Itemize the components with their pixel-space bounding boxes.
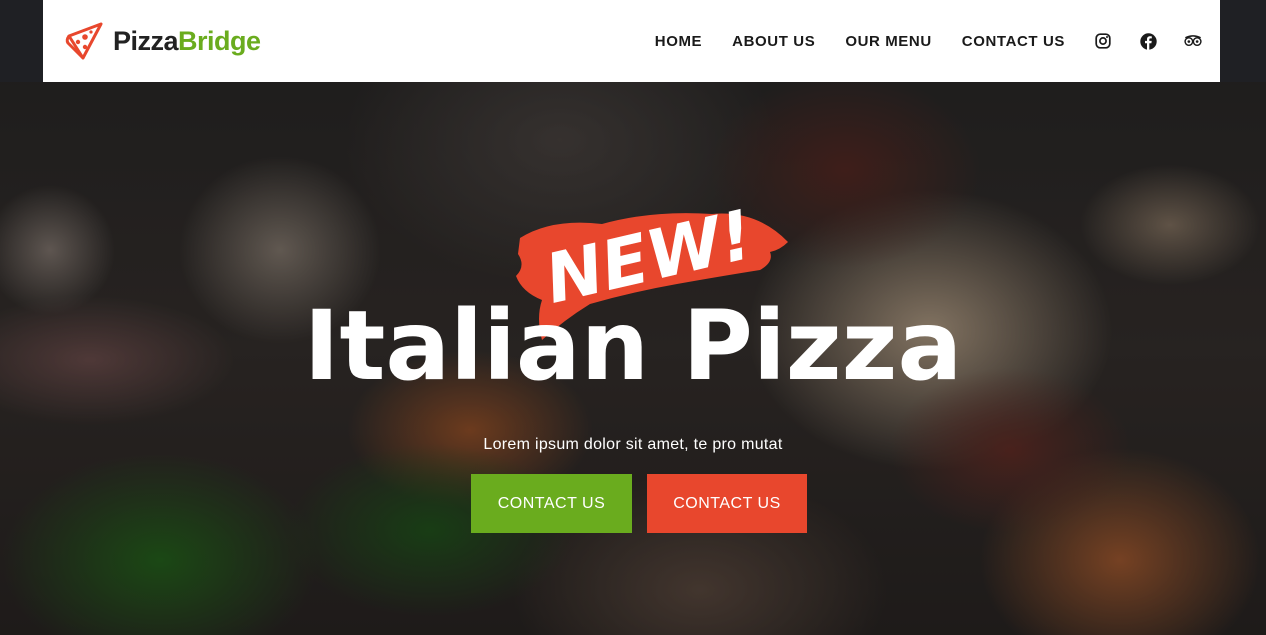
facebook-icon[interactable] — [1139, 32, 1157, 50]
social-links — [1094, 32, 1202, 50]
instagram-icon[interactable] — [1094, 32, 1112, 50]
hero-section: PizzaBridge HOME ABOUT US OUR MENU CONTA… — [0, 0, 1266, 635]
site-header: PizzaBridge HOME ABOUT US OUR MENU CONTA… — [43, 0, 1220, 82]
contact-us-button-green[interactable]: CONTACT US — [471, 474, 632, 533]
nav-home[interactable]: HOME — [655, 33, 702, 50]
contact-us-button-red[interactable]: CONTACT US — [647, 474, 807, 533]
pizza-slice-icon — [63, 20, 105, 62]
nav-contact-us[interactable]: CONTACT US — [962, 33, 1065, 50]
brand-name: PizzaBridge — [113, 26, 261, 57]
logo-link[interactable]: PizzaBridge — [63, 20, 261, 62]
hero-subtitle: Lorem ipsum dolor sit amet, te pro mutat — [483, 436, 783, 453]
nav-about-us[interactable]: ABOUT US — [732, 33, 815, 50]
tripadvisor-icon[interactable] — [1184, 32, 1202, 50]
hero-buttons: CONTACT US CONTACT US — [471, 474, 807, 533]
main-nav: HOME ABOUT US OUR MENU CONTACT US — [655, 33, 1065, 50]
nav-our-menu[interactable]: OUR MENU — [845, 33, 931, 50]
hero-title: Italian Pizza — [303, 290, 963, 402]
brand-name-part2: Bridge — [178, 25, 261, 56]
brand-name-part1: Pizza — [113, 25, 179, 56]
